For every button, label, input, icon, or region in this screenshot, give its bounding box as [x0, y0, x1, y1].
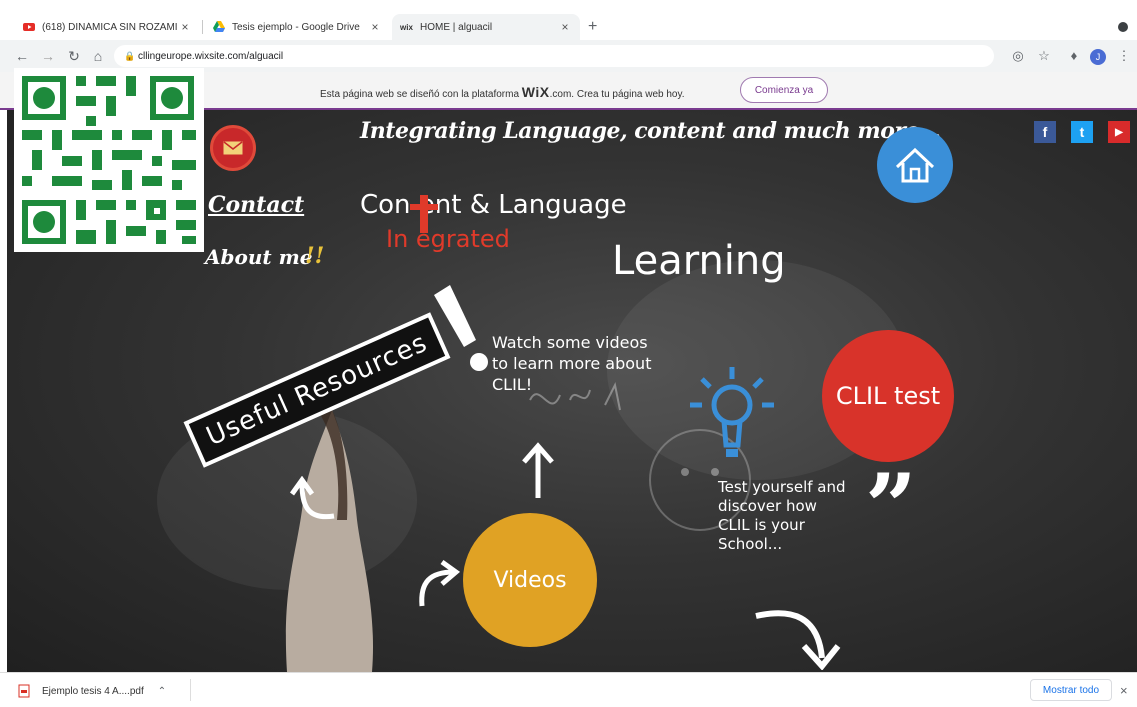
home-icon[interactable]: ⌂: [88, 46, 108, 66]
close-icon[interactable]: ×: [1120, 683, 1128, 698]
eye-off-icon[interactable]: ◎: [1008, 46, 1028, 66]
up-arrow-icon: [522, 442, 554, 498]
tab-title: Tesis ejemplo - Google Drive: [232, 21, 360, 33]
show-all-button[interactable]: Mostrar todo: [1030, 679, 1112, 701]
url-text: cllingeurope.wixsite.com/alguacil: [138, 50, 284, 62]
wix-icon: wix: [400, 23, 413, 32]
reload-icon[interactable]: ↻: [64, 46, 84, 66]
tab-title: HOME | alguacil: [420, 21, 493, 33]
lock-icon: 🔒: [124, 50, 136, 61]
avatar[interactable]: J: [1088, 46, 1108, 66]
test-yourself-text: Test yourself and discover how CLIL is y…: [718, 478, 846, 553]
tab-home-alguacil[interactable]: wix HOME | alguacil ×: [392, 14, 580, 40]
download-item[interactable]: Ejemplo tesis 4 A....pdf ⌃: [18, 681, 166, 701]
download-file-name: Ejemplo tesis 4 A....pdf: [42, 685, 144, 697]
cloth-image: [285, 410, 374, 672]
svg-text:wix: wix: [400, 23, 413, 32]
youtube-icon: [23, 23, 35, 31]
wix-logo: WiX: [521, 84, 550, 100]
facebook-icon[interactable]: f: [1034, 121, 1056, 143]
curved-arrow-icon: [419, 560, 461, 607]
tab-strip: (618) DINÁMICA SIN ROZAMIE × Tesis ejemp…: [0, 0, 1137, 40]
back-arrow-icon[interactable]: ←: [12, 46, 32, 66]
tab-youtube[interactable]: (618) DINÁMICA SIN ROZAMIE ×: [14, 14, 200, 40]
house-icon: [895, 147, 935, 183]
clil-title-line2: In egrated: [386, 225, 510, 253]
google-drive-icon: [213, 21, 225, 32]
tab-close-button[interactable]: ×: [368, 20, 382, 34]
profile-menu-icon[interactable]: [1118, 22, 1128, 32]
tab-separator: [202, 20, 203, 34]
bookmark-star-icon[interactable]: ☆: [1034, 46, 1054, 66]
forward-arrow-icon[interactable]: →: [38, 46, 58, 66]
about-me-exclamation: !!: [305, 243, 325, 269]
about-me-link[interactable]: About me: [205, 245, 312, 269]
tab-close-button[interactable]: ×: [178, 20, 192, 34]
curved-down-arrow-icon: [755, 610, 841, 670]
twitter-icon[interactable]: t: [1071, 121, 1093, 143]
new-tab-button[interactable]: +: [588, 18, 597, 36]
extensions-puzzle-icon[interactable]: ♦: [1064, 46, 1084, 66]
clil-test-button[interactable]: CLIL test: [822, 330, 954, 462]
qr-code: [14, 68, 204, 252]
red-t-crossbar: [410, 204, 438, 210]
pdf-file-icon: [18, 684, 30, 698]
email-button[interactable]: [210, 125, 256, 171]
chevron-up-icon[interactable]: ⌃: [158, 686, 166, 697]
curved-arrow-icon: [289, 476, 335, 520]
clil-title-line1: Con ent & Language: [360, 190, 627, 220]
wix-banner-text: Esta página web se diseñó con la platafo…: [320, 84, 685, 100]
tab-close-button[interactable]: ×: [558, 20, 572, 34]
lightbulb-icon: [690, 367, 774, 457]
tab-title: (618) DINÁMICA SIN ROZAMIE: [42, 21, 178, 33]
youtube-icon[interactable]: ▶: [1108, 121, 1130, 143]
site-tagline: Integrating Language, content and much m…: [360, 118, 941, 144]
download-separator: [190, 679, 191, 701]
videos-button[interactable]: Videos: [463, 513, 597, 647]
quote-mark: ”: [865, 454, 917, 560]
comienza-ya-button[interactable]: Comienza ya: [740, 77, 828, 103]
envelope-icon: [223, 141, 243, 155]
home-button[interactable]: [877, 127, 953, 203]
tab-google-drive[interactable]: Tesis ejemplo - Google Drive ×: [204, 14, 390, 40]
download-bar: Ejemplo tesis 4 A....pdf ⌃ Mostrar todo …: [0, 672, 1137, 707]
more-menu-icon[interactable]: ⋮: [1114, 46, 1134, 66]
contact-link[interactable]: Contact: [208, 192, 304, 218]
address-bar[interactable]: 🔒 cllingeurope.wixsite.com/alguacil: [114, 45, 994, 67]
bullet-dot: [470, 353, 488, 371]
learning-heading: Learning: [612, 238, 786, 284]
